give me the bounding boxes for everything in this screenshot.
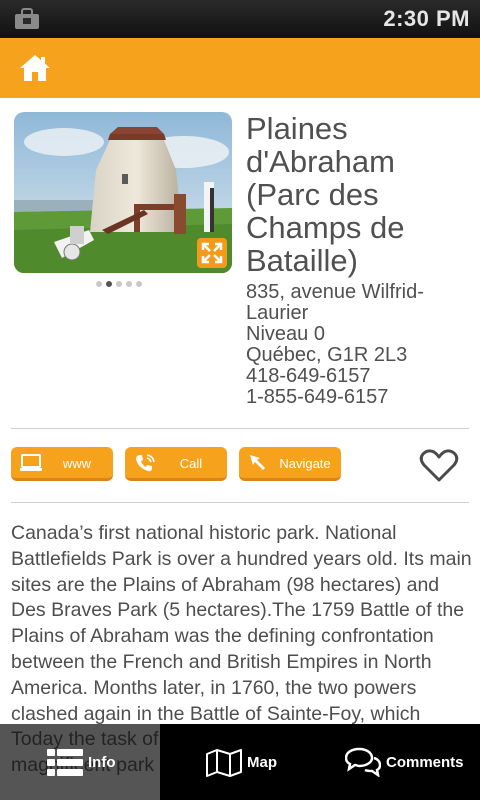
- list-icon: [47, 749, 83, 776]
- navigate-button[interactable]: Navigate: [239, 447, 341, 481]
- tab-map[interactable]: Map: [160, 724, 320, 800]
- comments-icon: [345, 747, 381, 777]
- status-time: 2:30 PM: [383, 6, 470, 31]
- laptop-icon: [20, 454, 42, 471]
- address-line: Niveau 0: [246, 323, 325, 345]
- www-label: www: [62, 456, 92, 471]
- place-address: 835, avenue Wilfrid- Laurier Niveau 0 Qu…: [246, 282, 476, 408]
- heart-icon[interactable]: [418, 447, 460, 483]
- tab-comments-label: Comments: [386, 754, 464, 771]
- pagination-dot-active[interactable]: [106, 281, 112, 287]
- phone-icon: [136, 454, 155, 472]
- status-bar: 2:30 PM: [0, 0, 480, 38]
- address-line: Québec, G1R 2L3: [246, 344, 408, 366]
- call-label: Call: [179, 456, 203, 471]
- phone-number-tollfree: 1-855-649-6157: [246, 386, 389, 408]
- tab-map-label: Map: [247, 754, 277, 771]
- tab-info[interactable]: Info: [0, 724, 160, 800]
- place-title: Plaines d'Abraham (Parc des Champs de Ba…: [246, 111, 405, 278]
- bottom-tab-bar: Info Map Comments: [0, 724, 480, 800]
- tab-comments[interactable]: Comments: [320, 724, 480, 800]
- pagination-dot[interactable]: [136, 281, 142, 287]
- navigate-label: Navigate: [279, 456, 331, 471]
- navigate-arrow-icon: [250, 455, 265, 470]
- map-icon: [206, 749, 242, 777]
- gallery-pagination: [96, 281, 146, 289]
- address-line: Laurier: [246, 302, 309, 324]
- expand-icon[interactable]: [197, 238, 227, 268]
- pagination-dot[interactable]: [116, 281, 122, 287]
- app-header: [0, 38, 480, 98]
- tab-info-label: Info: [88, 754, 116, 771]
- call-button[interactable]: Call: [125, 447, 227, 481]
- shopping-bag-icon: [15, 8, 39, 29]
- address-line: 835, avenue Wilfrid-: [246, 281, 424, 303]
- divider: [11, 502, 469, 503]
- divider: [11, 428, 469, 429]
- pagination-dot[interactable]: [96, 281, 102, 287]
- home-icon[interactable]: [18, 52, 52, 84]
- pagination-dot[interactable]: [126, 281, 132, 287]
- phone-number: 418-649-6157: [246, 365, 371, 387]
- www-button[interactable]: www: [11, 447, 113, 481]
